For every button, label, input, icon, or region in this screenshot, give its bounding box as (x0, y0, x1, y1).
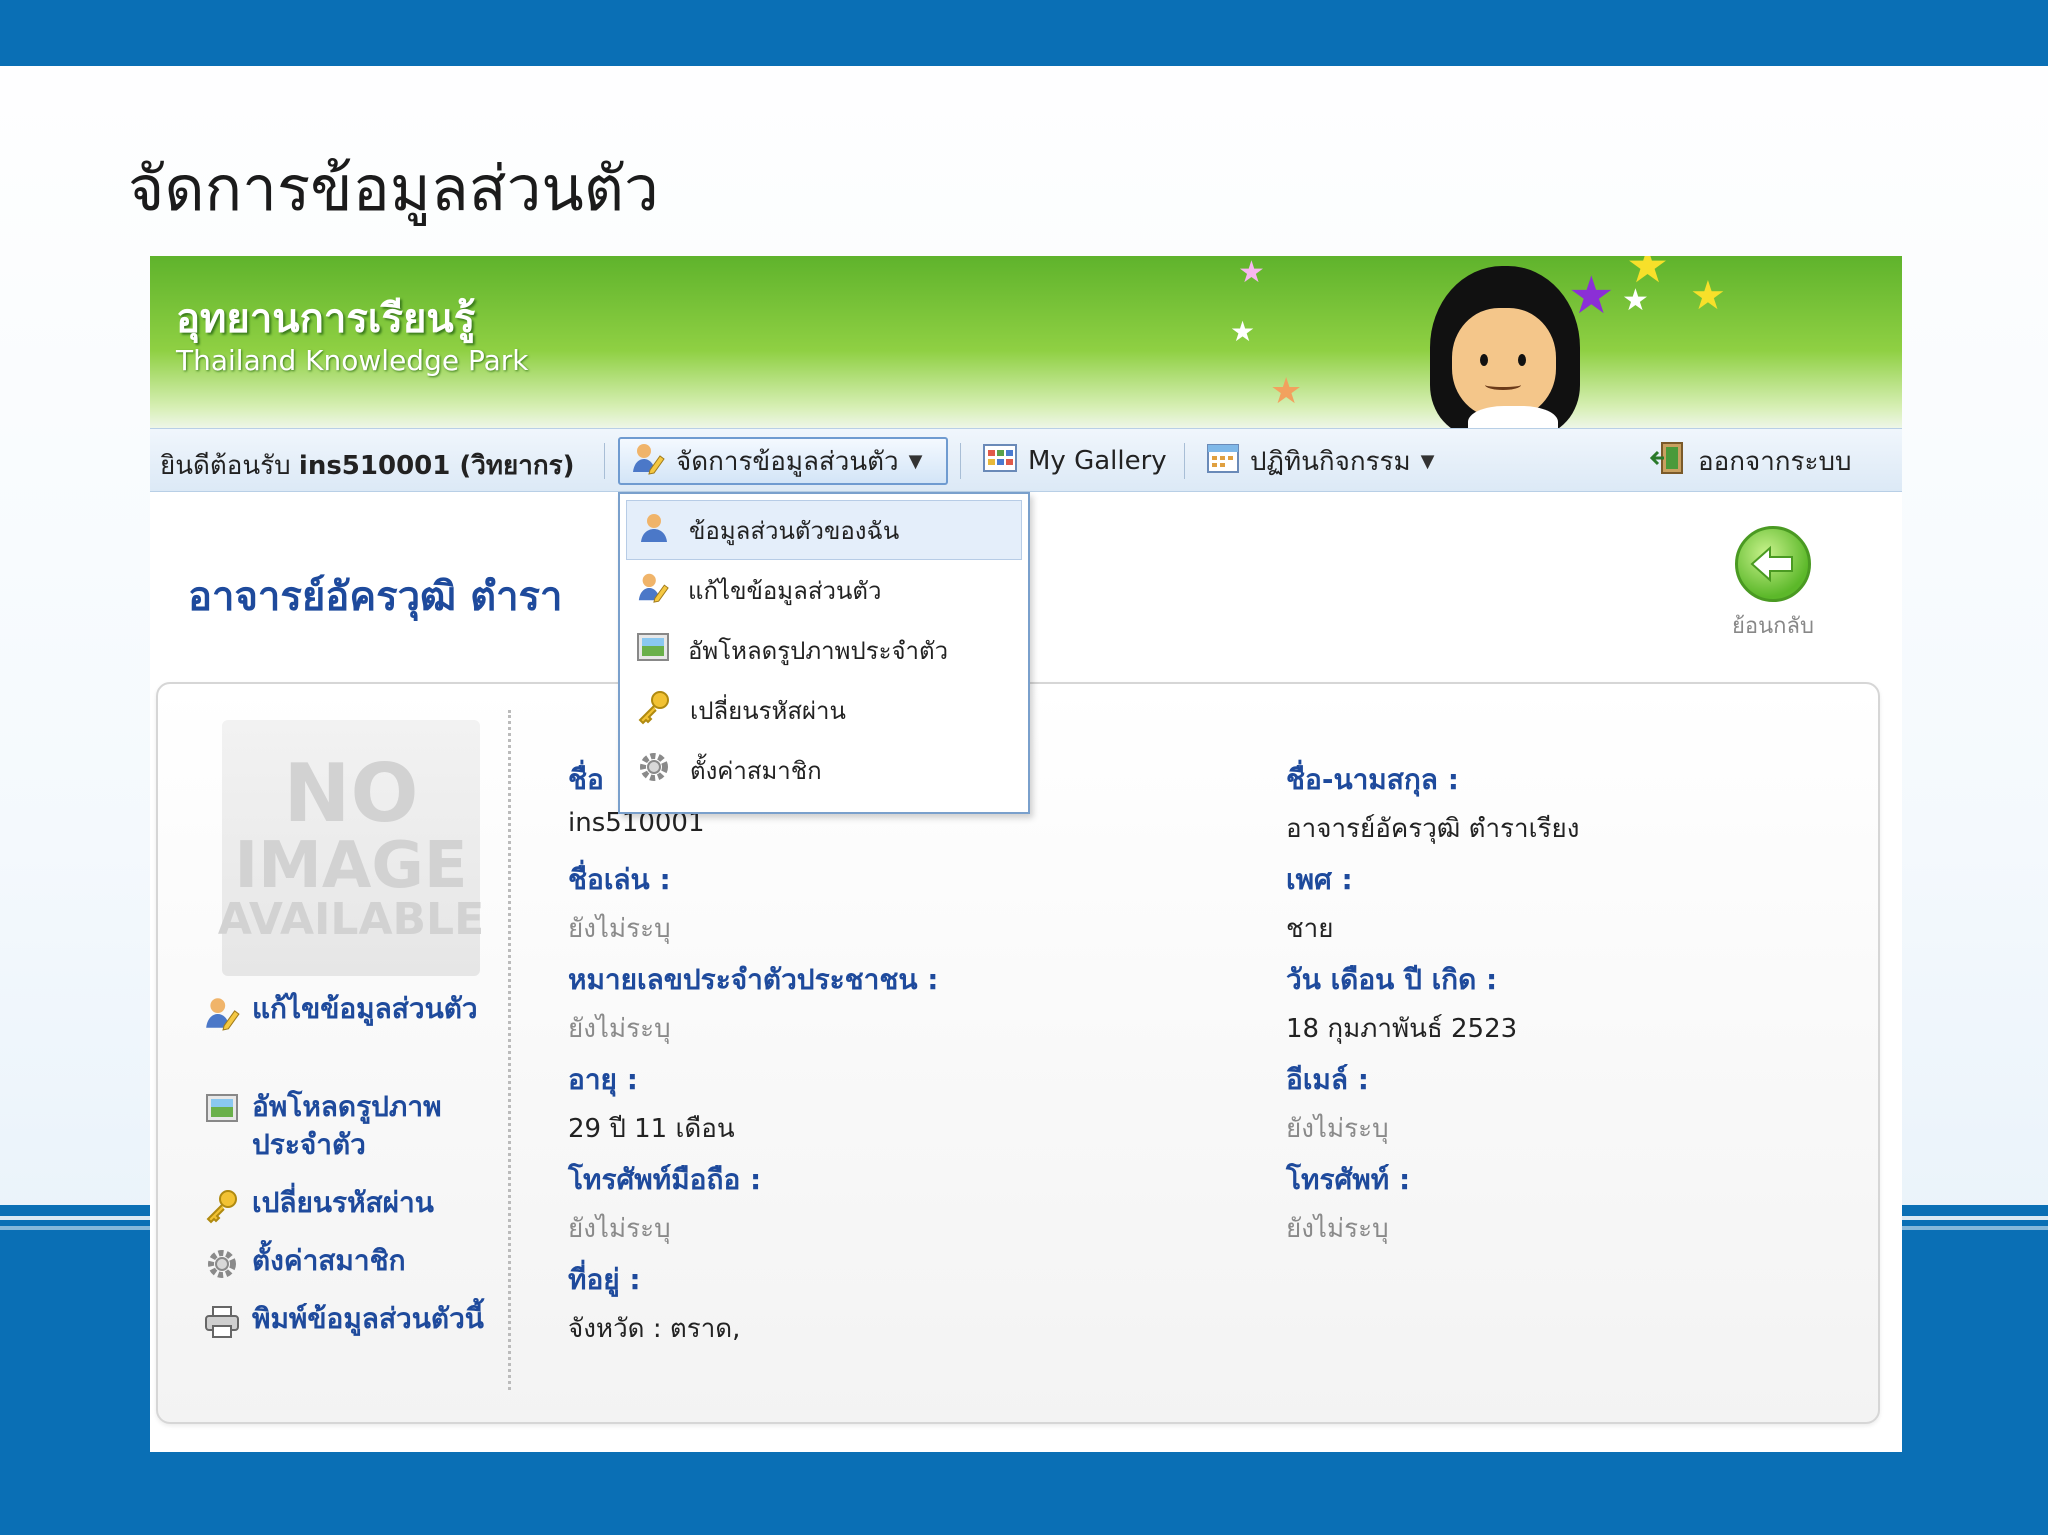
site-banner: อุทยานการเรียนรู้ Thailand Knowledge Par… (150, 256, 1902, 446)
welcome-prefix: ยินดีต้อนรับ (160, 451, 291, 481)
brand-name-english[interactable]: Thailand Knowledge Park (176, 344, 528, 377)
side-link-member-settings[interactable]: ตั้งค่าสมาชิก (202, 1242, 492, 1282)
back-arrow-icon (1735, 526, 1811, 602)
side-link-member-settings-label: ตั้งค่าสมาชิก (252, 1244, 406, 1277)
field-label-phone: โทรศัพท์ : (1286, 1163, 1411, 1196)
menu-item-my-profile-label: ข้อมูลส่วนตัวของฉัน (689, 516, 900, 545)
field-label-age: อายุ : (568, 1063, 638, 1096)
field-value-fullname: อาจารย์อัครวุฒิ ตำราเรียง (1286, 814, 1580, 844)
gallery-icon (982, 442, 1018, 481)
panel-divider (508, 710, 511, 1390)
user-edit-icon (202, 990, 242, 1032)
side-link-change-password-label: เปลี่ยนรหัสผ่าน (252, 1186, 434, 1219)
mascot-face (1452, 308, 1556, 418)
profile-photo-placeholder: NO IMAGE AVAILABLE (218, 720, 484, 976)
nav-activity-calendar[interactable]: ปฏิทินกิจกรรม ▼ (1196, 437, 1445, 485)
welcome-username: ins510001 (วิทยากร) (298, 451, 575, 481)
side-link-print-profile-label: พิมพ์ข้อมูลส่วนตัวนี้ (252, 1302, 484, 1335)
menu-item-edit-profile[interactable]: แก้ไขข้อมูลส่วนตัว (626, 560, 1022, 620)
menu-item-change-password-label: เปลี่ยนรหัสผ่าน (690, 696, 846, 725)
nav-logout[interactable]: ออกจากระบบ (1640, 437, 1862, 485)
welcome-text: ยินดีต้อนรับ ins510001 (วิทยากร) (160, 445, 574, 486)
field-label-fullname: ชื่อ-นามสกุล : (1286, 763, 1459, 796)
star-icon: ★ (1270, 371, 1303, 412)
star-icon: ★ (1626, 256, 1670, 294)
chevron-down-icon: ▼ (908, 450, 923, 472)
main-nav: ยินดีต้อนรับ ins510001 (วิทยากร) จัดการข… (150, 428, 1902, 492)
profile-dropdown-menu: ข้อมูลส่วนตัวของฉัน แก้ไขข้อมูลส่วนตัว อ… (618, 492, 1030, 814)
mascot-mouth (1485, 380, 1521, 390)
side-link-change-password[interactable]: เปลี่ยนรหัสผ่าน (202, 1184, 492, 1224)
field-value-mobile: ยังไม่ระบุ (568, 1214, 671, 1244)
back-button-label: ย้อนกลับ (1732, 614, 1814, 639)
field-value-age: 29 ปี 11 เดือน (568, 1114, 735, 1144)
field-label-username: ชื่อ (568, 763, 604, 796)
picture-icon (202, 1088, 242, 1164)
back-button[interactable]: ย้อนกลับ (1718, 526, 1828, 643)
menu-item-member-settings[interactable]: ตั้งค่าสมาชิก (626, 740, 1022, 800)
field-label-address: ที่อยู่ : (568, 1263, 641, 1296)
field-label-nickname: ชื่อเล่น : (568, 863, 671, 896)
chevron-down-icon: ▼ (1420, 450, 1435, 472)
printer-icon (202, 1300, 242, 1340)
user-edit-icon (630, 440, 666, 483)
nav-my-gallery-label: My Gallery (1028, 446, 1167, 476)
nav-my-gallery[interactable]: My Gallery (972, 437, 1177, 485)
field-label-citizen-id: หมายเลขประจำตัวประชาชน : (568, 963, 939, 996)
key-icon (202, 1184, 242, 1224)
calendar-icon (1206, 442, 1240, 481)
menu-item-my-profile[interactable]: ข้อมูลส่วนตัวของฉัน (626, 500, 1022, 560)
no-image-line: IMAGE (234, 829, 468, 903)
field-label-birthdate: วัน เดือน ปี เกิด : (1286, 963, 1498, 996)
field-label-gender: เพศ : (1286, 863, 1353, 896)
side-link-edit-profile[interactable]: แก้ไขข้อมูลส่วนตัว (202, 990, 492, 1032)
menu-item-edit-profile-label: แก้ไขข้อมูลส่วนตัว (688, 576, 882, 605)
mascot-eye (1518, 354, 1526, 366)
no-image-line: NO (283, 747, 419, 840)
nav-manage-profile-label: จัดการข้อมูลส่วนตัว (676, 446, 899, 477)
field-value-gender: ชาย (1286, 914, 1334, 944)
menu-item-upload-photo[interactable]: อัพโหลดรูปภาพประจำตัว (626, 620, 1022, 680)
nav-separator (604, 443, 605, 479)
field-label-email: อีเมล์ : (1286, 1063, 1369, 1096)
user-icon (637, 510, 671, 550)
slide-title: จัดการข้อมูลส่วนตัว (128, 152, 659, 225)
nav-activity-calendar-label: ปฏิทินกิจกรรม (1250, 446, 1411, 477)
nav-manage-profile[interactable]: จัดการข้อมูลส่วนตัว ▼ (618, 437, 948, 485)
app-screenshot: อุทยานการเรียนรู้ Thailand Knowledge Par… (150, 256, 1902, 1452)
mascot-eye (1480, 354, 1488, 366)
menu-item-change-password[interactable]: เปลี่ยนรหัสผ่าน (626, 680, 1022, 740)
field-value-citizen-id: ยังไม่ระบุ (568, 1014, 671, 1044)
brand-name-thai[interactable]: อุทยานการเรียนรู้ (176, 286, 475, 350)
user-edit-icon (636, 570, 670, 610)
star-icon: ★ (1238, 256, 1265, 290)
field-value-email: ยังไม่ระบุ (1286, 1114, 1389, 1144)
logout-icon (1649, 440, 1688, 483)
no-image-line: AVAILABLE (217, 894, 485, 945)
star-icon: ★ (1568, 266, 1615, 326)
gear-icon (636, 749, 672, 791)
side-link-print-profile[interactable]: พิมพ์ข้อมูลส่วนตัวนี้ (202, 1300, 492, 1340)
gear-icon (202, 1242, 242, 1282)
side-link-upload-photo[interactable]: อัพโหลดรูปภาพประจำตัว (202, 1088, 492, 1164)
star-icon: ★ (1230, 315, 1256, 348)
side-link-upload-photo-label: อัพโหลดรูปภาพประจำตัว (252, 1090, 442, 1161)
picture-icon (636, 631, 670, 669)
nav-separator (960, 443, 961, 479)
nav-separator (1184, 443, 1185, 479)
field-label-mobile: โทรศัพท์มือถือ : (568, 1163, 762, 1196)
menu-item-member-settings-label: ตั้งค่าสมาชิก (690, 756, 822, 785)
field-value-address: จังหวัด : ตราด, (568, 1314, 741, 1344)
field-value-nickname: ยังไม่ระบุ (568, 914, 671, 944)
field-value-birthdate: 18 กุมภาพันธ์ 2523 (1286, 1014, 1518, 1044)
menu-item-upload-photo-label: อัพโหลดรูปภาพประจำตัว (688, 636, 949, 665)
star-icon: ★ (1690, 273, 1726, 319)
field-value-phone: ยังไม่ระบุ (1286, 1214, 1389, 1244)
nav-logout-label: ออกจากระบบ (1698, 446, 1852, 477)
key-icon (636, 689, 672, 731)
slide-top-bar (0, 0, 2048, 66)
page-profile-name: อาจารย์อัครวุฒิ ตำรา (188, 574, 563, 620)
side-link-edit-profile-label: แก้ไขข้อมูลส่วนตัว (252, 992, 478, 1025)
